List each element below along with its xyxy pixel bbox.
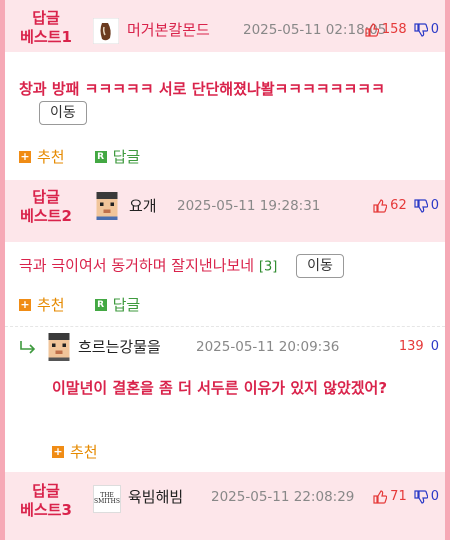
avatar-text: THE SMITHS bbox=[94, 492, 120, 505]
downvote-count: 0 bbox=[430, 198, 439, 213]
reply-button[interactable]: R 답글 bbox=[94, 146, 141, 167]
vote-counts: 139 0 bbox=[399, 339, 439, 354]
best-comment-3-header: 답글 베스트3 THE SMITHS 육빔해빔 2025-05-11 22:08… bbox=[5, 472, 445, 540]
comment-text: 이말년이 결혼을 좀 더 서두른 이유가 있지 않았겠어? bbox=[52, 379, 388, 397]
reply-square-icon: R bbox=[94, 298, 107, 311]
reply-label: 답글 bbox=[112, 296, 141, 314]
comment-text: 창과 방패 ㅋㅋㅋㅋㅋ 서로 단단해졌나봘ㅋㅋㅋㅋㅋㅋㅋㅋ bbox=[19, 80, 385, 98]
plus-square-icon: + bbox=[19, 297, 31, 311]
comment-date: 2025-05-11 20:09:36 bbox=[196, 339, 340, 355]
move-button[interactable]: 이동 bbox=[39, 101, 87, 125]
recommend-button[interactable]: + 추천 bbox=[52, 441, 98, 462]
recommend-button[interactable]: + 추천 bbox=[19, 146, 65, 167]
comment-body: 이말년이 결혼을 좀 더 서두른 이유가 있지 않았겠어? bbox=[52, 375, 422, 401]
comment-actions: + 추천 R 답글 bbox=[19, 294, 140, 315]
thumbs-down-icon[interactable] bbox=[414, 198, 428, 213]
best-label-3: 답글 베스트3 bbox=[20, 482, 72, 519]
comment-list: 답글 베스트1 머거본칼몬드 2025-05-11 02:18:05 158 0… bbox=[5, 0, 445, 540]
thumbs-up-icon[interactable] bbox=[373, 198, 388, 213]
downvote-count: 0 bbox=[430, 22, 439, 37]
comment-count[interactable]: [3] bbox=[259, 260, 277, 275]
recommend-label: 추천 bbox=[37, 148, 65, 166]
plus-square-icon: + bbox=[52, 444, 64, 458]
nickname[interactable]: 흐르는강물을 bbox=[78, 337, 161, 357]
divider bbox=[5, 326, 445, 327]
comment-actions: + 추천 bbox=[52, 441, 98, 462]
downvote-count: 0 bbox=[430, 339, 439, 354]
best-label-2: 답글 베스트2 bbox=[20, 188, 72, 225]
nickname[interactable]: 육빔해빔 bbox=[128, 487, 183, 507]
thumbs-up-icon[interactable] bbox=[373, 489, 388, 504]
avatar-icon[interactable] bbox=[93, 192, 121, 220]
comment-date: 2025-05-11 19:28:31 bbox=[177, 198, 321, 214]
reply-arrow-icon bbox=[20, 341, 36, 354]
best-label-1: 답글 베스트1 bbox=[20, 9, 72, 46]
move-button[interactable]: 이동 bbox=[296, 254, 344, 278]
avatar-icon[interactable] bbox=[45, 333, 73, 361]
reply-label: 답글 bbox=[112, 148, 141, 166]
comment-actions: + 추천 R 답글 bbox=[19, 146, 140, 167]
upvote-count: 71 bbox=[390, 489, 407, 504]
comment-text: 극과 극이여서 동거하며 잘지낸나보네 bbox=[19, 256, 255, 275]
vote-counts: 158 0 bbox=[365, 22, 439, 37]
thumbs-up-icon[interactable] bbox=[365, 22, 379, 37]
best-comment-1-header: 답글 베스트1 머거본칼몬드 2025-05-11 02:18:05 158 0 bbox=[5, 0, 445, 52]
recommend-label: 추천 bbox=[37, 296, 65, 314]
upvote-count: 139 bbox=[398, 339, 424, 354]
comment-date: 2025-05-11 22:08:29 bbox=[211, 489, 355, 505]
downvote-count: 0 bbox=[430, 489, 439, 504]
recommend-label: 추천 bbox=[70, 443, 98, 461]
vote-counts: 62 0 bbox=[373, 198, 439, 213]
comment-body: 창과 방패 ㅋㅋㅋㅋㅋ 서로 단단해졌나봘ㅋㅋㅋㅋㅋㅋㅋㅋ 이동 bbox=[19, 78, 439, 125]
avatar-icon[interactable]: THE SMITHS bbox=[93, 485, 121, 513]
comment-body: 극과 극이여서 동거하며 잘지낸나보네 [3] 이동 bbox=[19, 254, 344, 279]
plus-square-icon: + bbox=[19, 149, 31, 163]
best-comment-2-header: 답글 베스트2 요개 2025-05-11 19:28:31 62 0 bbox=[5, 180, 445, 242]
thumbs-down-icon[interactable] bbox=[414, 489, 428, 504]
upvote-count: 62 bbox=[390, 198, 407, 213]
recommend-button[interactable]: + 추천 bbox=[19, 294, 65, 315]
nickname[interactable]: 요개 bbox=[129, 196, 157, 216]
nickname[interactable]: 머거본칼몬드 bbox=[127, 20, 210, 40]
vote-counts: 71 0 bbox=[373, 489, 439, 504]
thumbs-down-icon[interactable] bbox=[414, 22, 428, 37]
reply-square-icon: R bbox=[94, 150, 107, 163]
upvote-count: 158 bbox=[381, 22, 407, 37]
avatar-icon[interactable] bbox=[93, 18, 119, 44]
reply-button[interactable]: R 답글 bbox=[94, 294, 141, 315]
